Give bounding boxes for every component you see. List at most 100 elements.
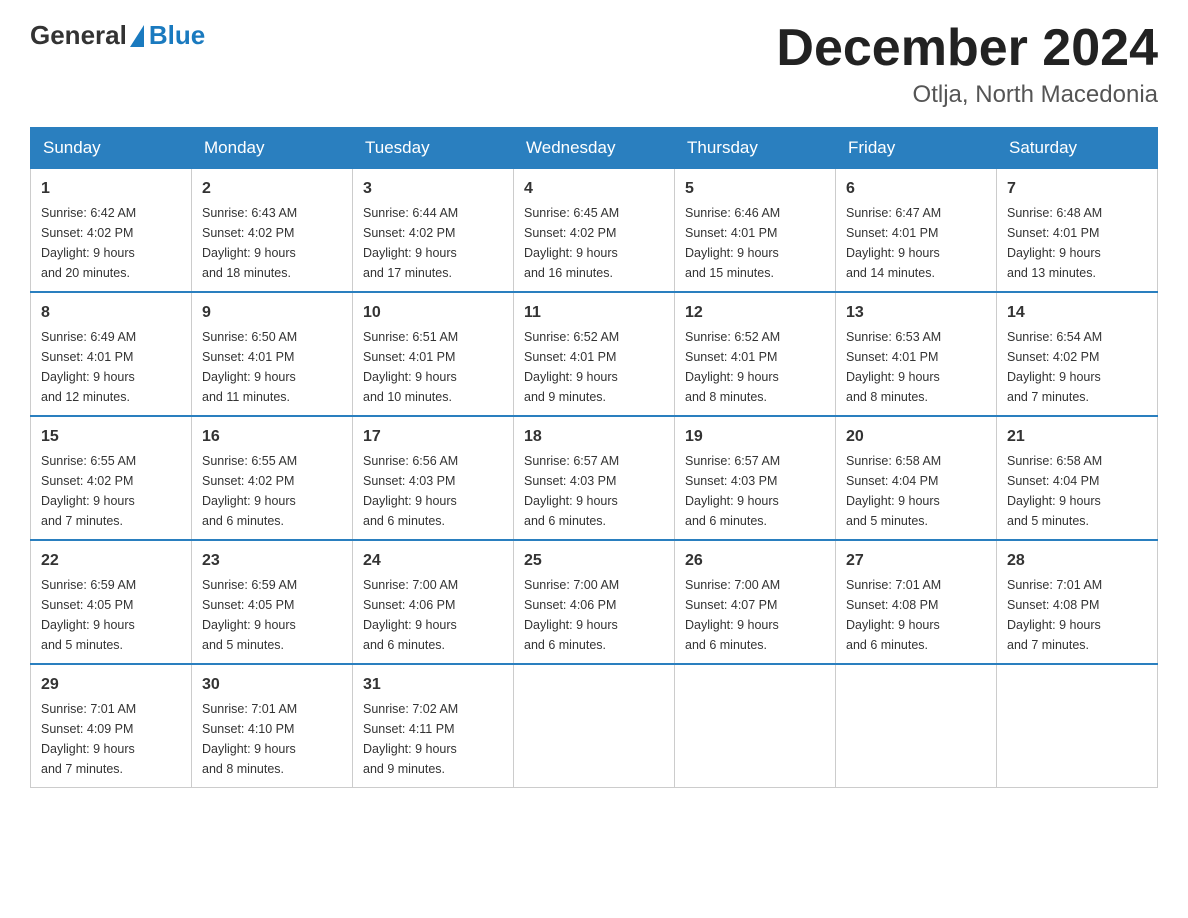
column-header-thursday: Thursday [675, 128, 836, 169]
day-number: 28 [1007, 549, 1147, 573]
calendar-cell: 2 Sunrise: 6:43 AMSunset: 4:02 PMDayligh… [192, 169, 353, 293]
calendar-week-row: 15 Sunrise: 6:55 AMSunset: 4:02 PMDaylig… [31, 416, 1158, 540]
day-number: 3 [363, 177, 503, 201]
day-info: Sunrise: 6:52 AMSunset: 4:01 PMDaylight:… [524, 330, 619, 404]
day-number: 18 [524, 425, 664, 449]
calendar-header-row: SundayMondayTuesdayWednesdayThursdayFrid… [31, 128, 1158, 169]
calendar-cell: 30 Sunrise: 7:01 AMSunset: 4:10 PMDaylig… [192, 664, 353, 788]
calendar-cell: 16 Sunrise: 6:55 AMSunset: 4:02 PMDaylig… [192, 416, 353, 540]
logo-general-text: General [30, 20, 127, 51]
day-number: 17 [363, 425, 503, 449]
calendar-cell: 9 Sunrise: 6:50 AMSunset: 4:01 PMDayligh… [192, 292, 353, 416]
calendar-cell: 15 Sunrise: 6:55 AMSunset: 4:02 PMDaylig… [31, 416, 192, 540]
logo-blue-text: Blue [149, 20, 205, 51]
calendar-cell: 7 Sunrise: 6:48 AMSunset: 4:01 PMDayligh… [997, 169, 1158, 293]
calendar-cell: 1 Sunrise: 6:42 AMSunset: 4:02 PMDayligh… [31, 169, 192, 293]
column-header-tuesday: Tuesday [353, 128, 514, 169]
calendar-week-row: 22 Sunrise: 6:59 AMSunset: 4:05 PMDaylig… [31, 540, 1158, 664]
day-info: Sunrise: 6:58 AMSunset: 4:04 PMDaylight:… [846, 454, 941, 528]
day-info: Sunrise: 6:50 AMSunset: 4:01 PMDaylight:… [202, 330, 297, 404]
month-title: December 2024 [776, 20, 1158, 77]
day-number: 21 [1007, 425, 1147, 449]
day-number: 5 [685, 177, 825, 201]
day-info: Sunrise: 6:51 AMSunset: 4:01 PMDaylight:… [363, 330, 458, 404]
day-number: 13 [846, 301, 986, 325]
day-info: Sunrise: 6:55 AMSunset: 4:02 PMDaylight:… [202, 454, 297, 528]
day-info: Sunrise: 6:53 AMSunset: 4:01 PMDaylight:… [846, 330, 941, 404]
calendar-cell [836, 664, 997, 788]
title-section: December 2024 Otlja, North Macedonia [776, 20, 1158, 109]
column-header-friday: Friday [836, 128, 997, 169]
day-number: 22 [41, 549, 181, 573]
calendar-cell [997, 664, 1158, 788]
day-info: Sunrise: 6:48 AMSunset: 4:01 PMDaylight:… [1007, 206, 1102, 280]
calendar-cell: 27 Sunrise: 7:01 AMSunset: 4:08 PMDaylig… [836, 540, 997, 664]
day-number: 9 [202, 301, 342, 325]
calendar-cell: 22 Sunrise: 6:59 AMSunset: 4:05 PMDaylig… [31, 540, 192, 664]
day-info: Sunrise: 7:00 AMSunset: 4:07 PMDaylight:… [685, 578, 780, 652]
column-header-sunday: Sunday [31, 128, 192, 169]
calendar-cell: 29 Sunrise: 7:01 AMSunset: 4:09 PMDaylig… [31, 664, 192, 788]
day-info: Sunrise: 6:49 AMSunset: 4:01 PMDaylight:… [41, 330, 136, 404]
day-number: 7 [1007, 177, 1147, 201]
column-header-saturday: Saturday [997, 128, 1158, 169]
day-info: Sunrise: 6:57 AMSunset: 4:03 PMDaylight:… [685, 454, 780, 528]
day-info: Sunrise: 7:01 AMSunset: 4:09 PMDaylight:… [41, 702, 136, 776]
day-info: Sunrise: 7:02 AMSunset: 4:11 PMDaylight:… [363, 702, 458, 776]
day-info: Sunrise: 6:42 AMSunset: 4:02 PMDaylight:… [41, 206, 136, 280]
day-info: Sunrise: 6:58 AMSunset: 4:04 PMDaylight:… [1007, 454, 1102, 528]
calendar-cell: 4 Sunrise: 6:45 AMSunset: 4:02 PMDayligh… [514, 169, 675, 293]
day-info: Sunrise: 7:00 AMSunset: 4:06 PMDaylight:… [524, 578, 619, 652]
day-info: Sunrise: 6:59 AMSunset: 4:05 PMDaylight:… [41, 578, 136, 652]
calendar-cell: 8 Sunrise: 6:49 AMSunset: 4:01 PMDayligh… [31, 292, 192, 416]
day-info: Sunrise: 7:01 AMSunset: 4:08 PMDaylight:… [1007, 578, 1102, 652]
day-number: 1 [41, 177, 181, 201]
calendar-table: SundayMondayTuesdayWednesdayThursdayFrid… [30, 127, 1158, 788]
day-info: Sunrise: 7:01 AMSunset: 4:08 PMDaylight:… [846, 578, 941, 652]
calendar-cell: 10 Sunrise: 6:51 AMSunset: 4:01 PMDaylig… [353, 292, 514, 416]
day-number: 20 [846, 425, 986, 449]
day-info: Sunrise: 6:56 AMSunset: 4:03 PMDaylight:… [363, 454, 458, 528]
calendar-cell: 13 Sunrise: 6:53 AMSunset: 4:01 PMDaylig… [836, 292, 997, 416]
calendar-cell: 18 Sunrise: 6:57 AMSunset: 4:03 PMDaylig… [514, 416, 675, 540]
logo: General Blue [30, 20, 205, 51]
location-title: Otlja, North Macedonia [776, 81, 1158, 109]
calendar-cell [514, 664, 675, 788]
day-info: Sunrise: 6:47 AMSunset: 4:01 PMDaylight:… [846, 206, 941, 280]
day-number: 10 [363, 301, 503, 325]
day-number: 14 [1007, 301, 1147, 325]
day-info: Sunrise: 6:43 AMSunset: 4:02 PMDaylight:… [202, 206, 297, 280]
calendar-cell [675, 664, 836, 788]
day-number: 15 [41, 425, 181, 449]
calendar-cell: 28 Sunrise: 7:01 AMSunset: 4:08 PMDaylig… [997, 540, 1158, 664]
day-info: Sunrise: 6:46 AMSunset: 4:01 PMDaylight:… [685, 206, 780, 280]
day-number: 2 [202, 177, 342, 201]
day-info: Sunrise: 6:54 AMSunset: 4:02 PMDaylight:… [1007, 330, 1102, 404]
logo-triangle-icon [130, 25, 144, 47]
column-header-wednesday: Wednesday [514, 128, 675, 169]
column-header-monday: Monday [192, 128, 353, 169]
day-number: 31 [363, 673, 503, 697]
page-header: General Blue December 2024 Otlja, North … [30, 20, 1158, 109]
day-info: Sunrise: 6:59 AMSunset: 4:05 PMDaylight:… [202, 578, 297, 652]
day-number: 29 [41, 673, 181, 697]
calendar-cell: 12 Sunrise: 6:52 AMSunset: 4:01 PMDaylig… [675, 292, 836, 416]
day-info: Sunrise: 6:57 AMSunset: 4:03 PMDaylight:… [524, 454, 619, 528]
day-number: 4 [524, 177, 664, 201]
day-info: Sunrise: 6:55 AMSunset: 4:02 PMDaylight:… [41, 454, 136, 528]
day-number: 19 [685, 425, 825, 449]
calendar-cell: 6 Sunrise: 6:47 AMSunset: 4:01 PMDayligh… [836, 169, 997, 293]
calendar-cell: 5 Sunrise: 6:46 AMSunset: 4:01 PMDayligh… [675, 169, 836, 293]
day-number: 11 [524, 301, 664, 325]
day-number: 25 [524, 549, 664, 573]
day-info: Sunrise: 6:44 AMSunset: 4:02 PMDaylight:… [363, 206, 458, 280]
calendar-week-row: 8 Sunrise: 6:49 AMSunset: 4:01 PMDayligh… [31, 292, 1158, 416]
calendar-cell: 25 Sunrise: 7:00 AMSunset: 4:06 PMDaylig… [514, 540, 675, 664]
calendar-cell: 26 Sunrise: 7:00 AMSunset: 4:07 PMDaylig… [675, 540, 836, 664]
day-number: 26 [685, 549, 825, 573]
day-number: 16 [202, 425, 342, 449]
calendar-cell: 3 Sunrise: 6:44 AMSunset: 4:02 PMDayligh… [353, 169, 514, 293]
calendar-cell: 20 Sunrise: 6:58 AMSunset: 4:04 PMDaylig… [836, 416, 997, 540]
calendar-week-row: 1 Sunrise: 6:42 AMSunset: 4:02 PMDayligh… [31, 169, 1158, 293]
day-number: 12 [685, 301, 825, 325]
